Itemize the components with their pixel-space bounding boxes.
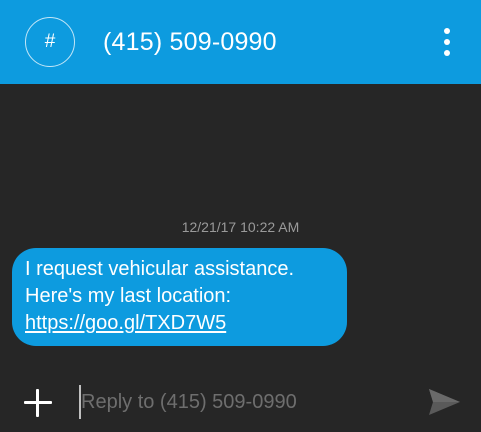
message-composer <box>0 372 481 432</box>
message-timestamp: 12/21/17 10:22 AM <box>181 219 300 235</box>
contact-title: (415) 509-0990 <box>103 28 277 56</box>
conversation-header: # (415) 509-0990 <box>0 0 481 84</box>
location-link[interactable]: https://goo.gl/TXD7W5 <box>25 310 226 337</box>
message-line: Here's my last location: <box>25 285 232 307</box>
contact-avatar[interactable]: # <box>25 17 75 67</box>
more-options-icon[interactable] <box>430 24 464 60</box>
menu-dot <box>444 39 450 45</box>
message-bubble[interactable]: I request vehicular assistance. Here's m… <box>12 248 347 346</box>
avatar-glyph: # <box>44 31 56 52</box>
menu-dot <box>444 28 450 34</box>
send-icon[interactable] <box>426 386 462 418</box>
menu-dot <box>444 50 450 56</box>
message-line: I request vehicular assistance. <box>25 258 295 280</box>
reply-input[interactable] <box>79 385 401 419</box>
messaging-app: # (415) 509-0990 12/21/17 10:22 AM I req… <box>0 0 481 432</box>
plus-icon[interactable] <box>20 385 56 421</box>
